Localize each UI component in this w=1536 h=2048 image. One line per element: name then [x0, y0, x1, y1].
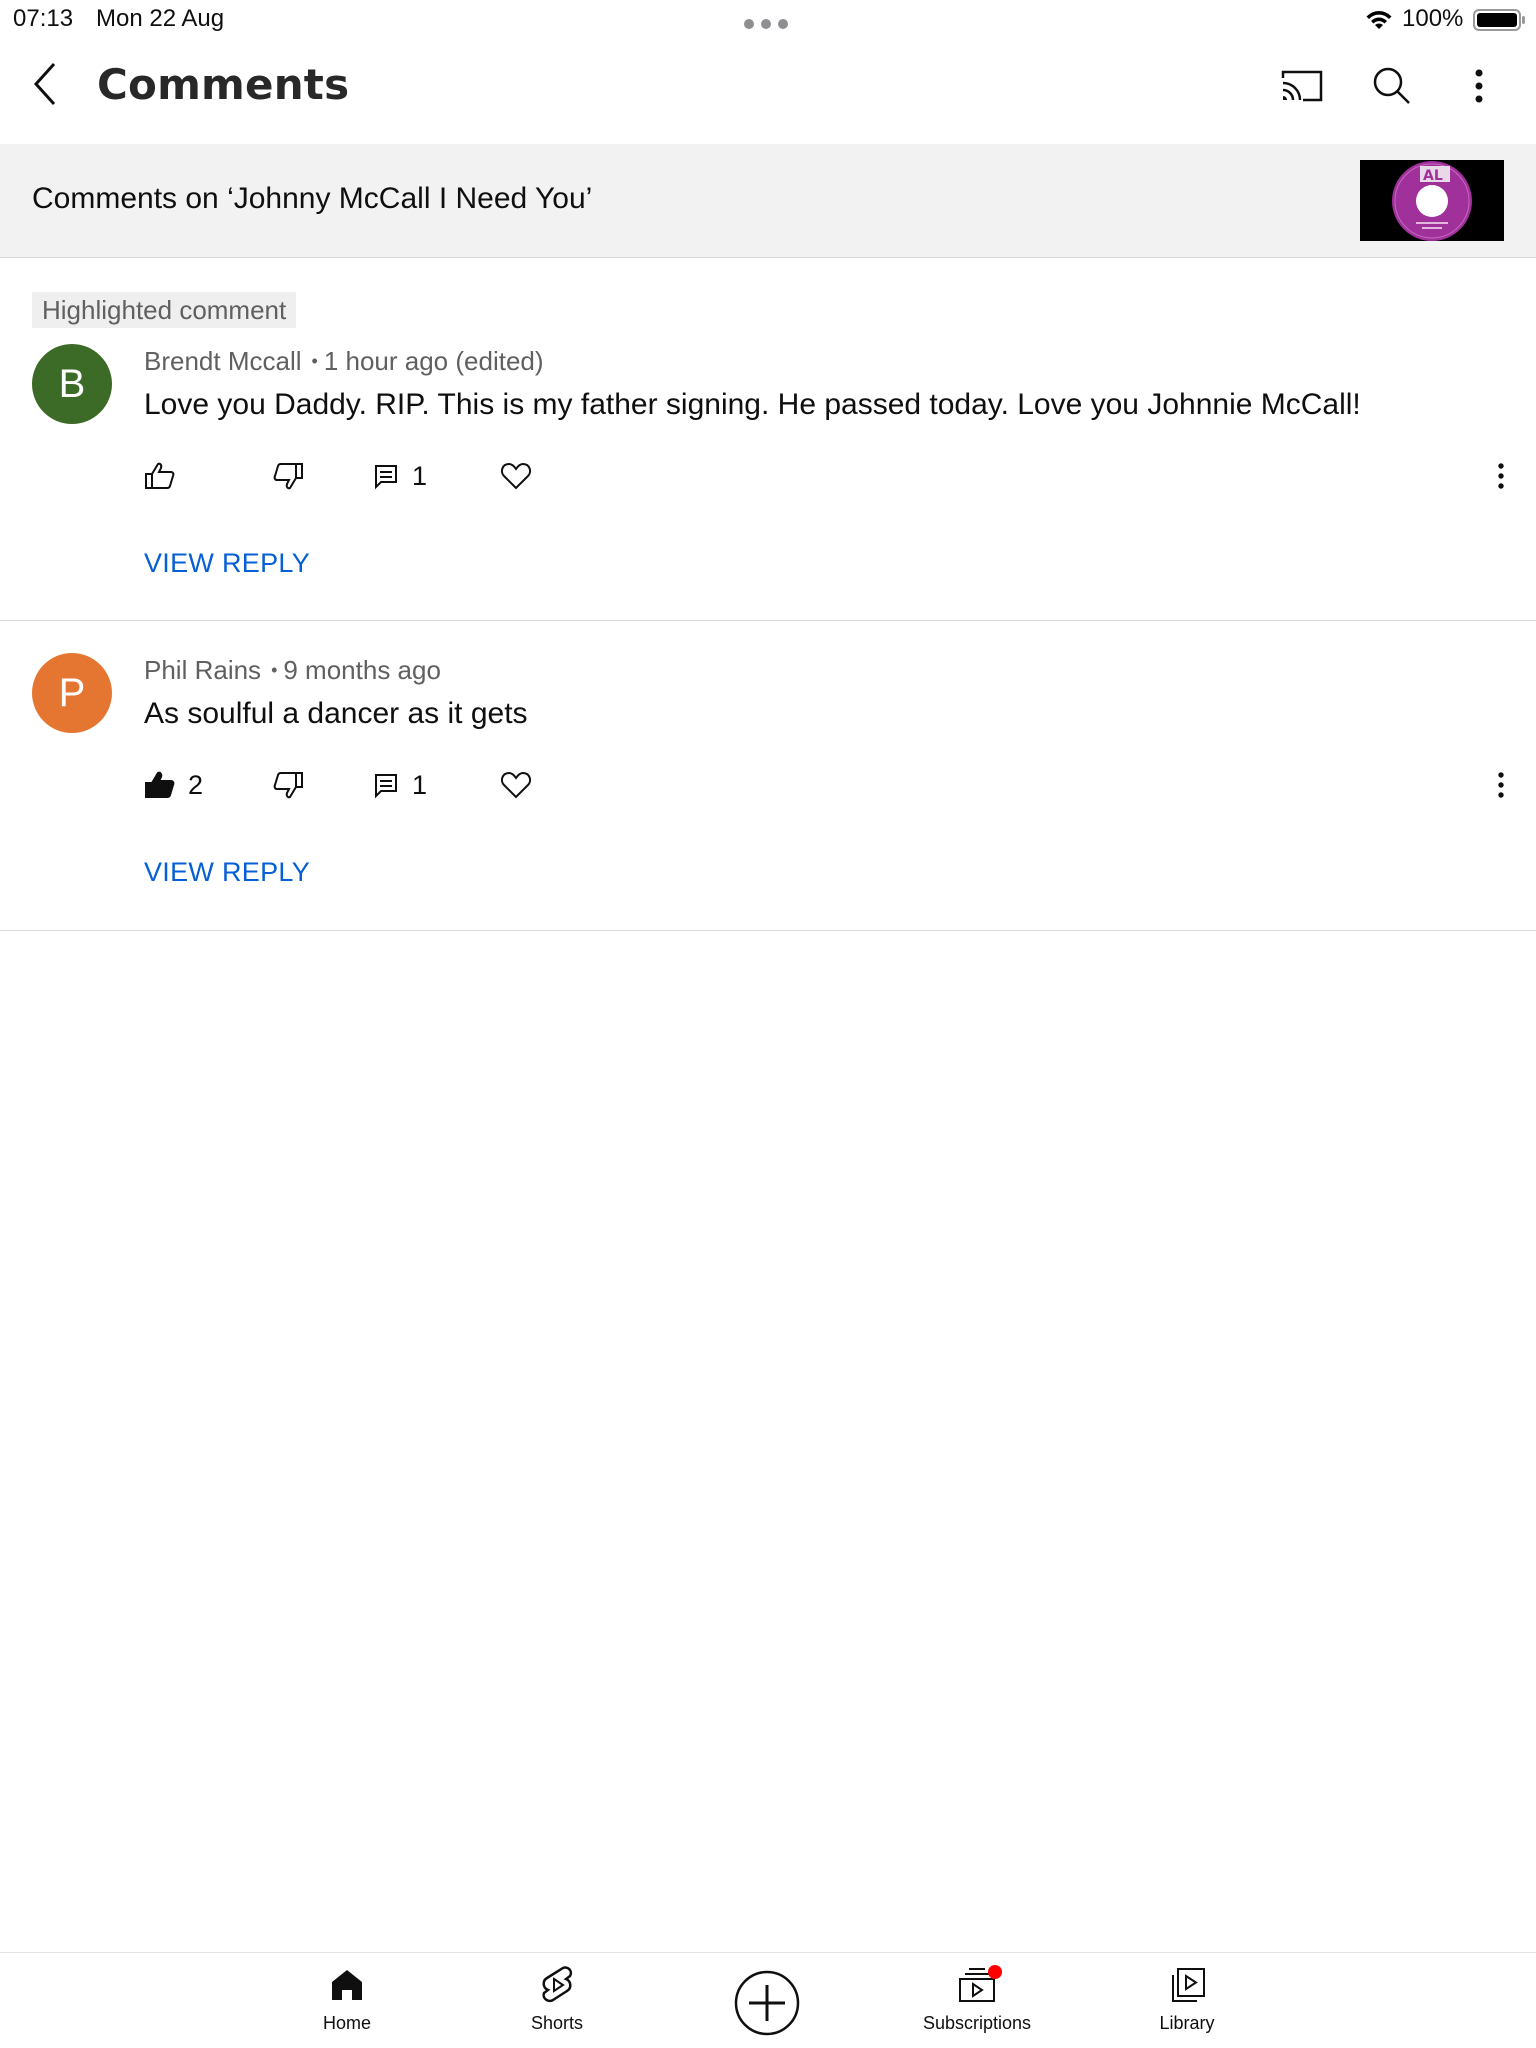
cast-icon — [1281, 70, 1323, 102]
video-header[interactable]: Comments on ‘Johnny McCall I Need You’ A… — [0, 144, 1536, 258]
shorts-icon — [542, 1966, 573, 2003]
more-vertical-icon — [1475, 69, 1483, 103]
thumbs-up-icon — [145, 462, 175, 489]
nav-shorts-label: Shorts — [530, 2013, 584, 2033]
like-count: 2 — [188, 769, 204, 800]
nav-shorts[interactable]: Shorts — [477, 1963, 637, 2043]
comment-icon — [375, 465, 397, 490]
thumbs-up-filled-icon — [145, 771, 175, 798]
svg-text:AL: AL — [1423, 168, 1443, 184]
video-comments-title: Comments on ‘Johnny McCall I Need You’ — [32, 182, 593, 215]
reply-button[interactable]: 1 — [372, 765, 427, 805]
dislike-button[interactable] — [272, 456, 304, 496]
status-bar: 07:13 Mon 22 Aug 100% — [0, 0, 1536, 40]
avatar[interactable]: B — [32, 344, 112, 424]
nav-home[interactable]: Home — [267, 1963, 427, 2043]
battery-percent: 100% — [1402, 5, 1464, 32]
comment-author[interactable]: Phil Rains — [144, 655, 261, 685]
thumbs-down-icon — [273, 463, 303, 490]
meta-separator: • — [311, 351, 318, 371]
comment-more-button[interactable] — [1486, 456, 1516, 496]
comment-meta: Brendt Mccall • 1 hour ago (edited) — [144, 346, 544, 377]
notification-dot — [988, 1965, 1002, 1979]
create-button[interactable] — [727, 1963, 807, 2043]
record-label-image: AL — [1360, 160, 1504, 241]
nav-home-label: Home — [322, 2013, 371, 2033]
like-button[interactable] — [144, 456, 188, 496]
search-icon — [1373, 67, 1410, 104]
battery-icon — [1473, 9, 1525, 31]
reply-button[interactable]: 1 — [372, 456, 427, 496]
heart-icon — [500, 462, 532, 490]
status-time: 07:13 — [13, 5, 74, 32]
view-reply-link[interactable]: VIEW REPLY — [144, 857, 310, 888]
top-app-bar: Comments — [0, 40, 1536, 144]
heart-button[interactable] — [500, 456, 532, 496]
comment-actions: 2 1 — [144, 765, 1514, 805]
meta-separator: • — [271, 660, 278, 680]
highlighted-comment-badge: Highlighted comment — [32, 292, 297, 328]
more-vertical-icon — [1498, 463, 1504, 489]
comment-author[interactable]: Brendt Mccall — [144, 346, 302, 376]
dislike-button[interactable] — [272, 765, 304, 805]
reply-count: 1 — [412, 460, 428, 491]
comment-actions: 1 — [144, 456, 1514, 496]
comment-meta: Phil Rains • 9 months ago — [144, 655, 441, 686]
more-vertical-icon — [1498, 772, 1504, 798]
multitasking-dots-icon[interactable] — [744, 19, 788, 29]
comment-icon — [375, 774, 397, 799]
library-icon — [1172, 1968, 1205, 2002]
nav-library[interactable]: Library — [1107, 1963, 1267, 2043]
comment-time: 1 hour ago (edited) — [323, 346, 544, 376]
comment-text: As soulful a dancer as it gets — [144, 697, 528, 730]
search-button[interactable] — [1366, 60, 1418, 112]
avatar[interactable]: P — [32, 653, 112, 733]
status-date: Mon 22 Aug — [96, 5, 225, 32]
nav-subscriptions-label: Subscriptions — [922, 2013, 1032, 2033]
comment-more-button[interactable] — [1486, 765, 1516, 805]
page-title: Comments — [97, 60, 350, 109]
home-icon — [332, 1970, 362, 2000]
back-button[interactable] — [24, 60, 72, 108]
video-thumbnail[interactable]: AL — [1360, 160, 1504, 241]
view-reply-link[interactable]: VIEW REPLY — [144, 548, 310, 579]
back-icon — [33, 62, 56, 106]
comment-text: Love you Daddy. RIP. This is my father s… — [144, 388, 1361, 421]
comment-thread: Highlighted comment B Brendt Mccall • 1 ho… — [0, 258, 1536, 621]
reply-count: 1 — [412, 769, 428, 800]
more-options-button[interactable] — [1453, 60, 1505, 112]
wifi-icon — [1366, 11, 1392, 29]
heart-button[interactable] — [500, 765, 532, 805]
comment-thread: P Phil Rains • 9 months ago As soulful a d… — [0, 621, 1536, 931]
cast-button[interactable] — [1277, 60, 1329, 112]
like-button[interactable]: 2 — [144, 765, 203, 805]
nav-subscriptions[interactable]: Subscriptions — [897, 1963, 1057, 2043]
bottom-nav: Home Shorts Subscriptions Library — [0, 1952, 1536, 2048]
create-plus-icon — [734, 1970, 800, 2036]
heart-icon — [500, 771, 532, 799]
nav-library-label: Library — [1159, 2013, 1215, 2033]
thumbs-down-icon — [273, 772, 303, 799]
comment-time: 9 months ago — [283, 655, 441, 685]
